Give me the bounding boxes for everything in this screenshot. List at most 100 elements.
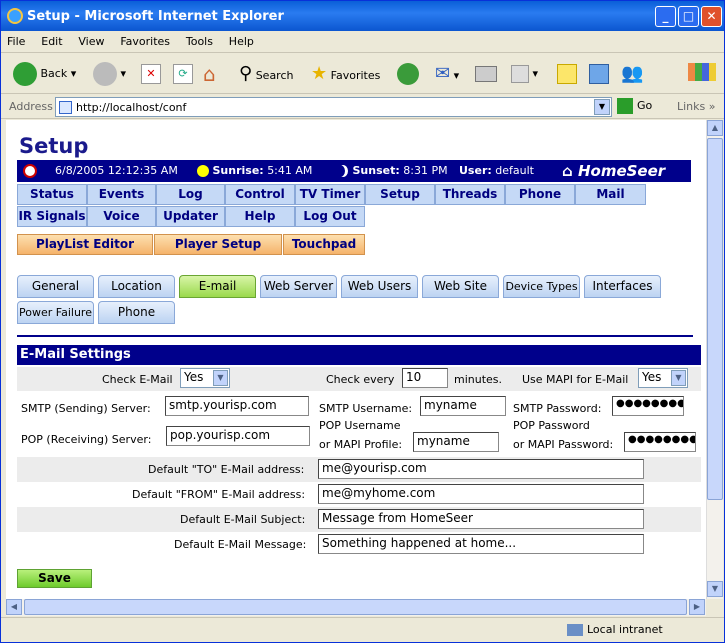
from-input[interactable]: me@myhome.com [318,484,644,504]
mapi-password-label: or MAPI Password: [513,438,614,451]
nav-threads[interactable]: Threads [435,184,505,205]
pop-server-input[interactable]: pop.yourisp.com [166,426,310,446]
go-button[interactable]: Go [617,98,652,114]
scroll-up-icon[interactable]: ▲ [707,120,723,136]
check-email-row: Check E-Mail Yes ▼ Check every 10 minutes… [17,367,701,391]
search-button[interactable]: ⚲ Search [239,60,293,88]
smtp-password-input[interactable]: ●●●●●●●●● [612,396,684,416]
message-input[interactable]: Something happened at home... [318,534,644,554]
nav-log-out[interactable]: Log Out [295,206,365,227]
tab-web-server[interactable]: Web Server [260,275,337,298]
tab-web-site[interactable]: Web Site [422,275,499,298]
forward-arrow-icon [93,62,117,86]
zone-label: Local intranet [587,623,663,636]
use-mapi-select[interactable]: Yes ▼ [638,368,688,388]
menu-edit[interactable]: Edit [35,31,68,52]
search-label: Search [255,69,294,82]
messenger-button[interactable]: 👥 [621,60,643,88]
menu-bar: File Edit View Favorites Tools Help [1,31,724,81]
subject-row: Default E-Mail Subject: Message from Hom… [17,507,701,532]
tab-power-failure[interactable]: Power Failure [17,301,94,324]
scroll-left-icon[interactable]: ◀ [6,599,22,615]
links-label: Links [677,100,706,113]
forward-button[interactable]: ▾ [93,60,126,88]
back-button[interactable]: Back ▾ [13,60,76,88]
menu-file[interactable]: File [1,31,31,52]
nav-setup[interactable]: Setup [365,184,435,205]
nav-mail[interactable]: Mail [575,184,646,205]
nav-events[interactable]: Events [87,184,156,205]
horizontal-scrollbar[interactable]: ◀ ▶ [6,599,706,616]
scroll-thumb[interactable] [707,138,723,500]
scroll-right-icon[interactable]: ▶ [689,599,705,615]
close-button[interactable]: ✕ [701,6,722,27]
nav-touchpad[interactable]: Touchpad [283,234,365,255]
nav-log[interactable]: Log [156,184,225,205]
menu-help[interactable]: Help [223,31,260,52]
hscroll-thumb[interactable] [24,599,687,615]
tab-interfaces[interactable]: Interfaces [584,275,661,298]
discuss-button[interactable] [557,60,577,88]
tab-web-users[interactable]: Web Users [341,275,418,298]
edit-button[interactable]: ▾ [511,60,538,88]
check-every-input[interactable]: 10 [402,368,448,388]
go-arrow-icon [617,98,633,114]
favorites-button[interactable]: ★ Favorites [311,60,380,88]
nav-phone[interactable]: Phone [505,184,575,205]
menu-favorites[interactable]: Favorites [114,31,176,52]
history-button[interactable] [397,60,419,88]
research-button[interactable] [589,60,609,88]
stop-button[interactable]: ✕ [141,60,161,88]
ie-icon [7,8,23,24]
address-input[interactable]: http://localhost/conf ▼ [55,97,612,117]
menu-tools[interactable]: Tools [180,31,219,52]
nav-tv-timer[interactable]: TV Timer [295,184,365,205]
message-label: Default E-Mail Message: [174,538,307,551]
scroll-down-icon[interactable]: ▼ [707,581,723,597]
links-button[interactable]: Links » [677,100,716,113]
nav-ir-signals[interactable]: IR Signals [17,206,87,227]
tab-location[interactable]: Location [98,275,175,298]
messenger-icon: 👥 [621,63,644,84]
zone-indicator: Local intranet [567,623,663,636]
tab-device-types[interactable]: Device Types [503,275,580,298]
tab-general[interactable]: General [17,275,94,298]
smtp-username-input[interactable]: myname [420,396,506,416]
to-input[interactable]: me@yourisp.com [318,459,644,479]
print-button[interactable] [475,60,497,88]
nav-status[interactable]: Status [17,184,87,205]
edit-icon [511,65,529,83]
user-label: User: [459,164,492,177]
sunrise-time: 5:41 AM [267,164,313,177]
pop-username-label: POP Username [319,419,401,432]
nav-player-setup[interactable]: Player Setup [154,234,282,255]
pop-username-input[interactable]: myname [413,432,499,452]
refresh-button[interactable]: ⟳ [173,60,193,88]
subject-input[interactable]: Message from HomeSeer [318,509,644,529]
mail-button[interactable]: ✉ ▾ [435,60,459,88]
save-button[interactable]: Save [17,569,92,588]
tab-phone[interactable]: Phone [98,301,175,324]
nav-playlist-editor[interactable]: PlayList Editor [17,234,153,255]
to-row: Default "TO" E-Mail address: me@yourisp.… [17,457,701,482]
home-button[interactable]: ⌂ [203,60,216,88]
pop-password-input[interactable]: ●●●●●●●●● [624,432,696,452]
check-email-select[interactable]: Yes ▼ [180,368,230,388]
smtp-server-input[interactable]: smtp.yourisp.com [165,396,309,416]
address-dropdown-icon[interactable]: ▼ [594,99,610,115]
mail-icon: ✉ [435,63,451,84]
tab-email[interactable]: E-mail [179,275,256,298]
vertical-scrollbar[interactable]: ▲ ▼ [706,120,723,599]
nav-control[interactable]: Control [225,184,295,205]
from-row: Default "FROM" E-Mail address: me@myhome… [17,482,701,507]
nav-updater[interactable]: Updater [156,206,225,227]
minimize-button[interactable]: _ [655,6,676,27]
back-label: Back [40,67,68,80]
nav-voice[interactable]: Voice [87,206,156,227]
maximize-button[interactable]: □ [678,6,699,27]
print-icon [475,66,497,82]
menu-view[interactable]: View [72,31,110,52]
use-mapi-value: Yes [642,370,662,384]
nav-help[interactable]: Help [225,206,295,227]
page-title: Setup [19,134,89,158]
